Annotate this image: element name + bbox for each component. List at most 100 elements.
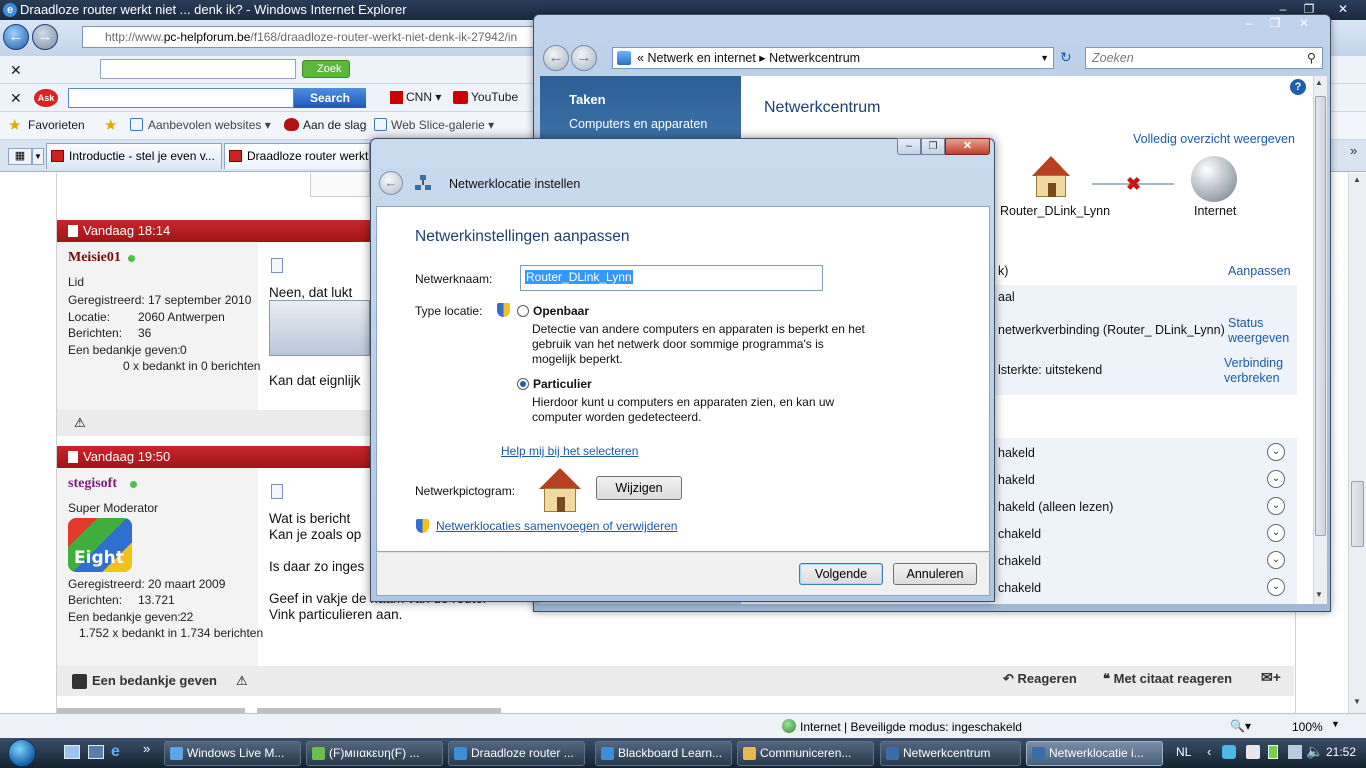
taskbar-item[interactable]: Draadloze router ... <box>448 741 585 766</box>
taskbar-item[interactable]: Blackboard Learn... <box>595 741 732 766</box>
close-button[interactable]: ✕ <box>1330 0 1356 18</box>
breadcrumb-dropdown-icon[interactable]: ▼ <box>1040 48 1049 68</box>
help-icon[interactable]: ? <box>1290 79 1306 95</box>
chevron-down-icon[interactable]: ⌄ <box>1267 497 1285 515</box>
help-select-link[interactable]: Help mij bij het selecteren <box>501 444 638 458</box>
volume-icon[interactable]: 🔈 <box>1306 743 1323 760</box>
dialog-back-icon[interactable]: ← <box>379 171 403 195</box>
taskbar-item[interactable]: Netwerklocatie i... <box>1026 741 1163 766</box>
radio-private[interactable] <box>517 378 529 390</box>
close-toolbar2-icon[interactable]: ✕ <box>10 90 22 107</box>
change-icon-button[interactable]: Wijzigen <box>596 476 682 500</box>
thanks-button[interactable]: Een bedankje geven <box>72 673 217 689</box>
radio-public[interactable] <box>517 305 529 317</box>
start-button[interactable] <box>2 738 46 768</box>
nc-minimize-button[interactable]: – <box>1236 14 1262 32</box>
nc-scrollbar[interactable]: ▲ ▼ <box>1313 76 1327 604</box>
private-option-label[interactable]: Particulier <box>533 377 592 391</box>
more-tabs-icon[interactable]: » <box>1350 143 1357 158</box>
language-indicator[interactable]: NL <box>1176 745 1191 759</box>
quicklaunch-more-icon[interactable]: » <box>143 741 150 756</box>
tab-introductie[interactable]: Introductie - stel je even v... <box>46 143 222 169</box>
page-scrollbar[interactable]: ▲ ▼ <box>1348 173 1366 713</box>
battery-icon[interactable] <box>1268 745 1278 759</box>
breadcrumb-item[interactable]: Netwerkcentrum <box>769 51 860 65</box>
dialog-close-button[interactable]: ✕ <box>945 138 990 155</box>
full-overview-link[interactable]: Volledig overzicht weergeven <box>1133 132 1295 146</box>
post1-screenshot-thumbnail[interactable] <box>269 300 370 356</box>
nc-scroll-thumb[interactable] <box>1315 96 1326 536</box>
nc-search-input[interactable]: Zoeken ⚲ <box>1085 47 1323 69</box>
router-house-icon[interactable] <box>1028 156 1074 200</box>
fav-aanbevolen[interactable]: Aanbevolen websites ▾ <box>130 118 271 132</box>
cancel-button[interactable]: Annuleren <box>893 563 977 585</box>
youtube-link[interactable]: YouTube <box>453 90 518 104</box>
scroll-up-icon[interactable]: ▲ <box>1350 175 1364 189</box>
post1-username[interactable]: Meisie01 <box>68 250 121 266</box>
dialog-maximize-button[interactable]: ❐ <box>921 138 945 155</box>
switch-windows-icon[interactable] <box>88 745 104 759</box>
public-option-label[interactable]: Openbaar <box>533 304 589 318</box>
report-warning-icon[interactable]: ⚠ <box>236 673 248 689</box>
tray-expand-icon[interactable]: ‹ <box>1207 744 1211 759</box>
nc-maximize-button[interactable]: ❐ <box>1262 14 1288 32</box>
fav-aan-de-slag[interactable]: Aan de slag <box>284 118 366 132</box>
reply-button[interactable]: ↶ Reageren <box>1003 671 1077 687</box>
nc-breadcrumb[interactable]: « Netwerk en internet ▸ Netwerkcentrum ▼ <box>612 47 1054 69</box>
no-connection-x-icon[interactable]: ✖ <box>1126 174 1141 195</box>
merge-locations-link[interactable]: Netwerklocaties samenvoegen of verwijder… <box>436 519 677 533</box>
toolbar-search-input[interactable] <box>100 59 296 79</box>
tab-list-chevron-icon[interactable]: ▼ <box>32 148 44 165</box>
status-link[interactable]: Status weergeven <box>1228 316 1290 346</box>
zoom-icon[interactable]: 🔍▾ <box>1230 719 1251 733</box>
next-button[interactable]: Volgende <box>799 563 883 585</box>
chevron-down-icon[interactable]: ⌄ <box>1267 470 1285 488</box>
chevron-down-icon[interactable]: ⌄ <box>1267 551 1285 569</box>
taskbar-item[interactable]: Communiceren... <box>737 741 874 766</box>
taskbar-item[interactable]: (F)мııακευη(F) ... <box>306 741 443 766</box>
cnn-link[interactable]: CNN ▾ <box>390 90 441 104</box>
nc-side-link[interactable]: Computers en apparaten <box>569 117 707 131</box>
fav-web-slice[interactable]: Web Slice-galerie ▾ <box>374 118 494 132</box>
tray-app-icon[interactable] <box>1222 745 1236 759</box>
clock[interactable]: 21:52 <box>1326 745 1356 759</box>
scroll-down-icon[interactable]: ▼ <box>1315 590 1323 599</box>
favorites-button[interactable]: ★ Favorieten <box>8 117 85 134</box>
refresh-icon[interactable]: ↻ <box>1060 49 1072 66</box>
report-warning-icon[interactable]: ⚠ <box>74 415 86 431</box>
scroll-down-icon[interactable]: ▼ <box>1350 697 1364 711</box>
tray-app-icon[interactable] <box>1246 745 1260 759</box>
tab-draadloze-router[interactable]: Draadloze router werkt <box>224 143 370 169</box>
taskbar-item[interactable]: Windows Live M... <box>164 741 301 766</box>
ie-quicklaunch-icon[interactable]: e <box>111 743 120 761</box>
zoom-chevron-icon[interactable]: ▼ <box>1331 719 1340 729</box>
multi-quote-icon[interactable]: ✉+ <box>1261 669 1281 686</box>
add-favorite-icon[interactable]: ★ <box>104 116 117 134</box>
taskbar-item[interactable]: Netwerkcentrum <box>880 741 1021 766</box>
scroll-up-icon[interactable]: ▲ <box>1315 78 1323 87</box>
chevron-down-icon[interactable]: ⌄ <box>1267 578 1285 596</box>
nc-close-button[interactable]: ✕ <box>1291 14 1317 32</box>
network-name-input[interactable]: Router_DLink_Lynn <box>520 265 823 291</box>
disconnect-link[interactable]: Verbinding verbreken <box>1224 356 1290 386</box>
close-toolbar-icon[interactable]: ✕ <box>10 62 22 79</box>
breadcrumb-item[interactable]: Netwerk en internet <box>647 51 755 65</box>
network-tray-icon[interactable] <box>1288 745 1302 759</box>
zoek-button[interactable]: Zoek <box>302 60 350 78</box>
search-icon[interactable]: ⚲ <box>1307 48 1316 68</box>
zoom-level[interactable]: 100% <box>1292 720 1323 734</box>
ask-search-button[interactable]: Search <box>294 88 366 108</box>
chevron-down-icon[interactable]: ⌄ <box>1267 443 1285 461</box>
scroll-thumb[interactable] <box>1351 481 1364 547</box>
address-field[interactable]: http://www.pc-helpforum.be/f168/draadloz… <box>82 26 552 48</box>
post2-username[interactable]: stegisoft <box>68 476 117 492</box>
nc-forward-icon[interactable]: → <box>571 45 597 71</box>
nc-back-icon[interactable]: ← <box>543 45 569 71</box>
quick-tabs-icon[interactable]: ▦ <box>8 148 32 165</box>
forward-icon[interactable]: → <box>32 24 58 50</box>
ask-search-input[interactable] <box>68 88 294 108</box>
quote-reply-button[interactable]: ❝ Met citaat reageren <box>1103 671 1232 687</box>
dialog-minimize-button[interactable]: – <box>897 138 921 155</box>
show-desktop-icon[interactable] <box>64 745 80 759</box>
internet-globe-icon[interactable] <box>1191 156 1237 202</box>
